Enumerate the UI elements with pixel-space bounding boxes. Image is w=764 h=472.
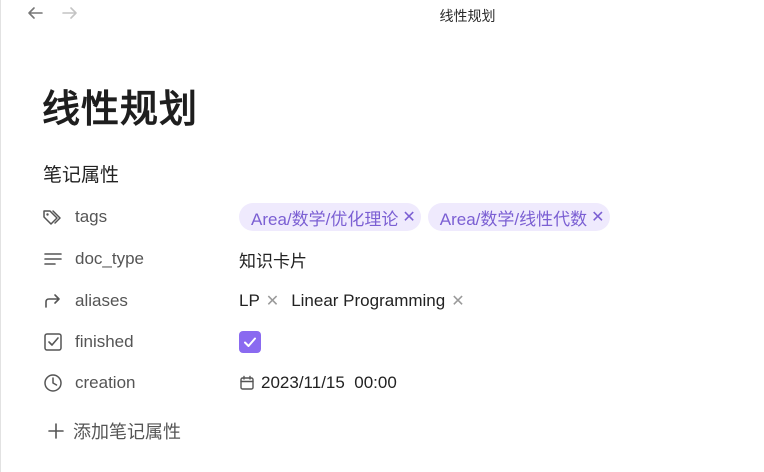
property-name-tags[interactable]: tags — [75, 207, 107, 227]
add-property-button[interactable]: 添加笔记属性 — [47, 418, 181, 444]
tab-title: 线性规划 — [439, 8, 496, 24]
alias-label[interactable]: Linear Programming — [291, 291, 445, 311]
add-property-label: 添加笔记属性 — [73, 422, 181, 442]
note-window: 线性规划 线性规划 笔记属性 tags Area/数学/优化理论 ✕ Area/… — [0, 0, 764, 472]
remove-tag-icon[interactable]: ✕ — [402, 207, 415, 227]
remove-tag-icon[interactable]: ✕ — [591, 207, 604, 227]
tag-label[interactable]: Area/数学/线性代数 — [440, 205, 587, 230]
property-value-tags[interactable]: Area/数学/优化理论 ✕ Area/数学/线性代数 ✕ — [239, 203, 617, 231]
property-row-finished: finished — [42, 328, 742, 356]
property-row-tags: tags Area/数学/优化理论 ✕ Area/数学/线性代数 ✕ — [42, 203, 742, 231]
property-row-aliases: aliases LP ✕ Linear Programming ✕ — [42, 287, 742, 315]
properties-heading[interactable]: 笔记属性 — [43, 160, 119, 187]
property-name-creation[interactable]: creation — [75, 373, 135, 393]
property-value-finished — [239, 328, 261, 356]
tags-icon — [42, 207, 64, 227]
forward-arrow-icon — [42, 291, 64, 311]
page-title[interactable]: 线性规划 — [42, 78, 198, 133]
property-name-finished[interactable]: finished — [75, 332, 134, 352]
date-field[interactable]: 2023/11/15 00:00 — [239, 373, 397, 393]
calendar-icon — [239, 375, 255, 391]
checkmark-icon — [244, 337, 256, 347]
remove-alias-icon[interactable]: ✕ — [266, 291, 279, 311]
finished-checkbox[interactable] — [239, 331, 261, 353]
checkbox-icon — [42, 332, 64, 352]
property-name-doc-type[interactable]: doc_type — [75, 249, 144, 269]
property-value-doc-type[interactable]: 知识卡片 — [239, 245, 307, 273]
alias-item[interactable]: LP ✕ — [239, 291, 279, 311]
remove-alias-icon[interactable]: ✕ — [451, 291, 464, 311]
property-name-aliases[interactable]: aliases — [75, 291, 128, 311]
clock-icon — [42, 373, 64, 393]
text-lines-icon — [42, 249, 64, 269]
property-value-creation[interactable]: 2023/11/15 00:00 — [239, 369, 397, 397]
date-text: 2023/11/15 00:00 — [261, 373, 397, 392]
tag-label[interactable]: Area/数学/优化理论 — [251, 205, 398, 230]
tag-pill[interactable]: Area/数学/优化理论 ✕ — [239, 203, 421, 231]
property-row-creation: creation 2023/11/15 00:00 — [42, 369, 742, 397]
property-value-aliases[interactable]: LP ✕ Linear Programming ✕ — [239, 287, 477, 315]
plus-icon — [47, 422, 65, 440]
alias-item[interactable]: Linear Programming ✕ — [291, 291, 464, 311]
tag-pill[interactable]: Area/数学/线性代数 ✕ — [427, 203, 610, 231]
title-bar: 线性规划 — [1, 0, 764, 28]
alias-label[interactable]: LP — [239, 291, 260, 311]
property-row-doc-type: doc_type 知识卡片 — [42, 245, 742, 273]
